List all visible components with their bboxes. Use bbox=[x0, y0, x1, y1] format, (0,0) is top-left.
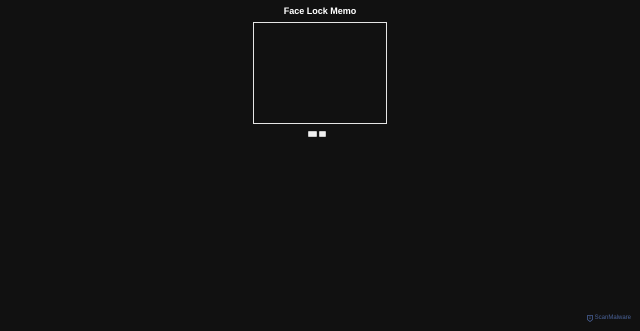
control-buttons bbox=[308, 131, 326, 137]
page-title: Face Lock Memo bbox=[283, 6, 357, 16]
camera-preview bbox=[253, 22, 387, 124]
unlock-button[interactable] bbox=[319, 131, 326, 137]
watermark-text: ScanMalware bbox=[594, 315, 631, 321]
scanmalware-logo-icon bbox=[586, 314, 593, 322]
capture-button[interactable] bbox=[308, 131, 317, 137]
watermark: ScanMalware bbox=[586, 314, 631, 322]
app-page: Face Lock Memo ScanMalware bbox=[0, 0, 640, 331]
